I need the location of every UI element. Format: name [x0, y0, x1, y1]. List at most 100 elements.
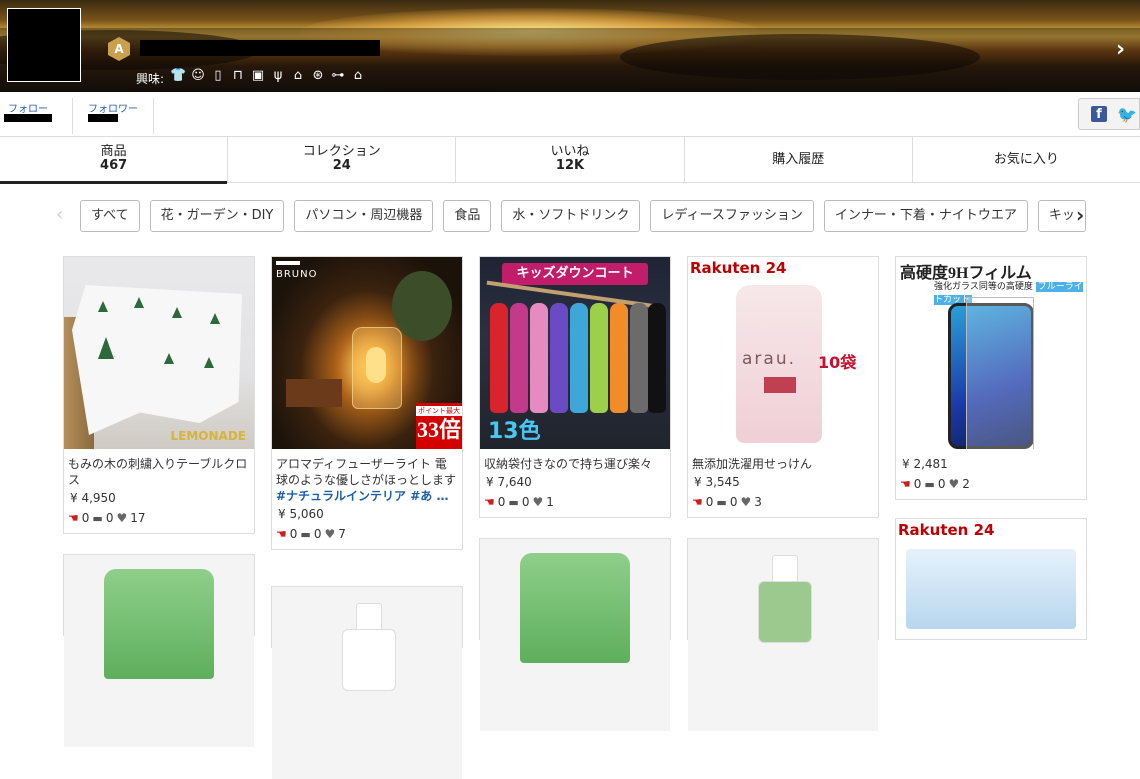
- jacket: [490, 303, 508, 413]
- heart-count: 7: [338, 527, 346, 541]
- comment-icon[interactable]: ▬: [924, 478, 934, 491]
- product-image[interactable]: Rakuten 24 arau. 10袋: [688, 257, 878, 449]
- detergent-pouch: arau.: [736, 285, 822, 443]
- product-card[interactable]: Rakuten 24: [895, 518, 1087, 640]
- product-title[interactable]: アロマディフューザーライト 電球のような優しさがほっとします: [276, 456, 458, 488]
- product-card[interactable]: [479, 538, 671, 731]
- pouch-label: [764, 377, 796, 393]
- hand-icon[interactable]: ☚: [276, 527, 287, 541]
- comment-icon[interactable]: ▬: [92, 512, 102, 525]
- product-card[interactable]: 高硬度9Hフィルム 強化ガラス同等の高硬度 ブルーライトカット ¥ 2,481 …: [895, 256, 1087, 500]
- tab-label: いいね: [550, 144, 590, 159]
- desk-icon: ⊓: [232, 68, 244, 83]
- product-price: ¥ 2,481: [902, 457, 948, 471]
- product-card[interactable]: キッズダウンコート 13色 収納袋付きなので持ち運び楽々 ¥ 7,640 ☚ 0 …: [479, 256, 671, 518]
- hand-icon[interactable]: ☚: [900, 477, 911, 491]
- category-chip[interactable]: 水・ソフトドリンク: [501, 200, 641, 232]
- comment-icon[interactable]: ▬: [300, 528, 310, 541]
- hand-icon[interactable]: ☚: [692, 495, 703, 509]
- heart-icon[interactable]: ♥: [116, 511, 127, 525]
- bottle-body: [342, 629, 396, 691]
- product-image[interactable]: [272, 587, 462, 779]
- product-image[interactable]: LEMONADE: [64, 257, 254, 449]
- chevron-right-icon[interactable]: ›: [1116, 38, 1136, 62]
- product-card[interactable]: BRUNO ポイント最大 33倍 アロマディフューザーライト 電球のような優しさ…: [271, 256, 463, 550]
- category-chip[interactable]: インナー・下着・ナイトウエア: [823, 200, 1028, 232]
- username-redacted[interactable]: [140, 40, 380, 56]
- heart-count: 1: [546, 495, 554, 509]
- tab-purchase-history[interactable]: 購入履歴: [685, 136, 913, 182]
- heart-icon[interactable]: ♥: [740, 495, 751, 509]
- gamepad-icon: ⊶: [331, 68, 345, 83]
- followers-count-redacted: [88, 114, 118, 122]
- product-title[interactable]: 無添加洗濯用せっけん: [692, 456, 874, 472]
- jacket: [610, 303, 628, 413]
- tree-motif: [172, 307, 182, 318]
- product-card[interactable]: [271, 586, 463, 779]
- tab-label: 商品: [100, 144, 127, 159]
- followers-link[interactable]: フォロワー: [80, 92, 152, 136]
- tab-favorites[interactable]: お気に入り: [913, 136, 1140, 182]
- category-chip[interactable]: レディースファッション: [650, 200, 814, 232]
- rakuten24-logo: Rakuten 24: [898, 521, 995, 539]
- jacket: [630, 303, 648, 413]
- bottle-icon: ▯: [214, 68, 222, 83]
- product-image[interactable]: 高硬度9Hフィルム 強化ガラス同等の高硬度 ブルーライトカット: [896, 257, 1086, 449]
- heart-icon[interactable]: ♥: [324, 527, 335, 541]
- product-image[interactable]: [688, 539, 878, 731]
- product-stats: ☚ 0 ▬ 0 ♥ 1: [484, 495, 666, 509]
- profile-tabs: 商品 467 コレクション 24 いいね 12K 購入履歴 お気に入り: [0, 136, 1140, 184]
- product-card[interactable]: Rakuten 24 arau. 10袋 無添加洗濯用せっけん ¥ 3,545 …: [687, 256, 879, 518]
- point-badge: ポイント最大 33倍: [416, 403, 462, 449]
- comment-icon[interactable]: ▬: [508, 496, 518, 509]
- color-count-badge: 13色: [488, 419, 541, 444]
- jacket: [530, 303, 548, 413]
- comment-count: 0: [313, 527, 322, 541]
- product-card[interactable]: [63, 554, 255, 747]
- like-count: 0: [705, 495, 714, 509]
- tab-count: 12K: [555, 158, 585, 173]
- brand-logo: arau.: [742, 349, 797, 369]
- heart-icon[interactable]: ♥: [532, 495, 543, 509]
- interest-label: 興味:: [136, 72, 165, 86]
- comment-icon[interactable]: ▬: [716, 496, 726, 509]
- hand-icon[interactable]: ☚: [68, 511, 79, 525]
- point-badge-value: 33倍: [416, 417, 461, 442]
- facebook-icon[interactable]: f: [1091, 106, 1107, 122]
- heart-count: 17: [130, 511, 146, 525]
- tab-collections[interactable]: コレクション 24: [228, 136, 457, 182]
- product-image[interactable]: BRUNO ポイント最大 33倍: [272, 257, 462, 449]
- category-chip[interactable]: パソコン・周辺機器: [294, 200, 434, 232]
- product-hashtags[interactable]: #ナチュラルインテリア #あ …: [276, 488, 458, 504]
- product-title[interactable]: 収納袋付きなので持ち運び楽々: [484, 456, 666, 472]
- bottle-body: [758, 581, 812, 643]
- product-image[interactable]: [480, 539, 670, 731]
- tab-likes[interactable]: いいね 12K: [456, 136, 685, 182]
- hand-icon[interactable]: ☚: [484, 495, 495, 509]
- avatar[interactable]: [7, 8, 81, 82]
- product-stats: ☚ 0 ▬ 0 ♥ 17: [68, 511, 250, 525]
- twitter-icon[interactable]: 🐦: [1117, 105, 1137, 124]
- image-subheader-text: 強化ガラス同等の高硬度: [934, 282, 1033, 292]
- product-card[interactable]: [687, 538, 879, 731]
- product-image[interactable]: [64, 555, 254, 747]
- chevron-right-icon[interactable]: ›: [1076, 203, 1084, 227]
- category-chip[interactable]: 花・ガーデン・DIY: [149, 200, 285, 232]
- followers-label: フォロワー: [88, 104, 138, 115]
- product-card[interactable]: LEMONADE もみの木の刺繍入りテーブルクロス ¥ 4,950 ☚ 0 ▬ 0 …: [63, 256, 255, 534]
- product-image[interactable]: Rakuten 24: [896, 519, 1086, 711]
- category-chip[interactable]: 食品: [443, 200, 492, 232]
- tab-label: 購入履歴: [772, 152, 825, 167]
- brand-logo-bar: [276, 261, 300, 265]
- tree-motif: [134, 297, 144, 308]
- product-box: [906, 549, 1076, 629]
- heart-icon[interactable]: ♥: [948, 477, 959, 491]
- tab-products[interactable]: 商品 467: [0, 136, 229, 184]
- product-image[interactable]: キッズダウンコート 13色: [480, 257, 670, 449]
- category-chip[interactable]: すべて: [80, 200, 140, 232]
- shoe-icon: ⌂: [293, 68, 303, 83]
- product-title[interactable]: もみの木の刺繍入りテーブルクロス: [68, 456, 250, 488]
- screen-film: [966, 297, 1034, 449]
- appliance-icon: ▣: [251, 68, 265, 83]
- following-link[interactable]: フォロー: [0, 92, 72, 136]
